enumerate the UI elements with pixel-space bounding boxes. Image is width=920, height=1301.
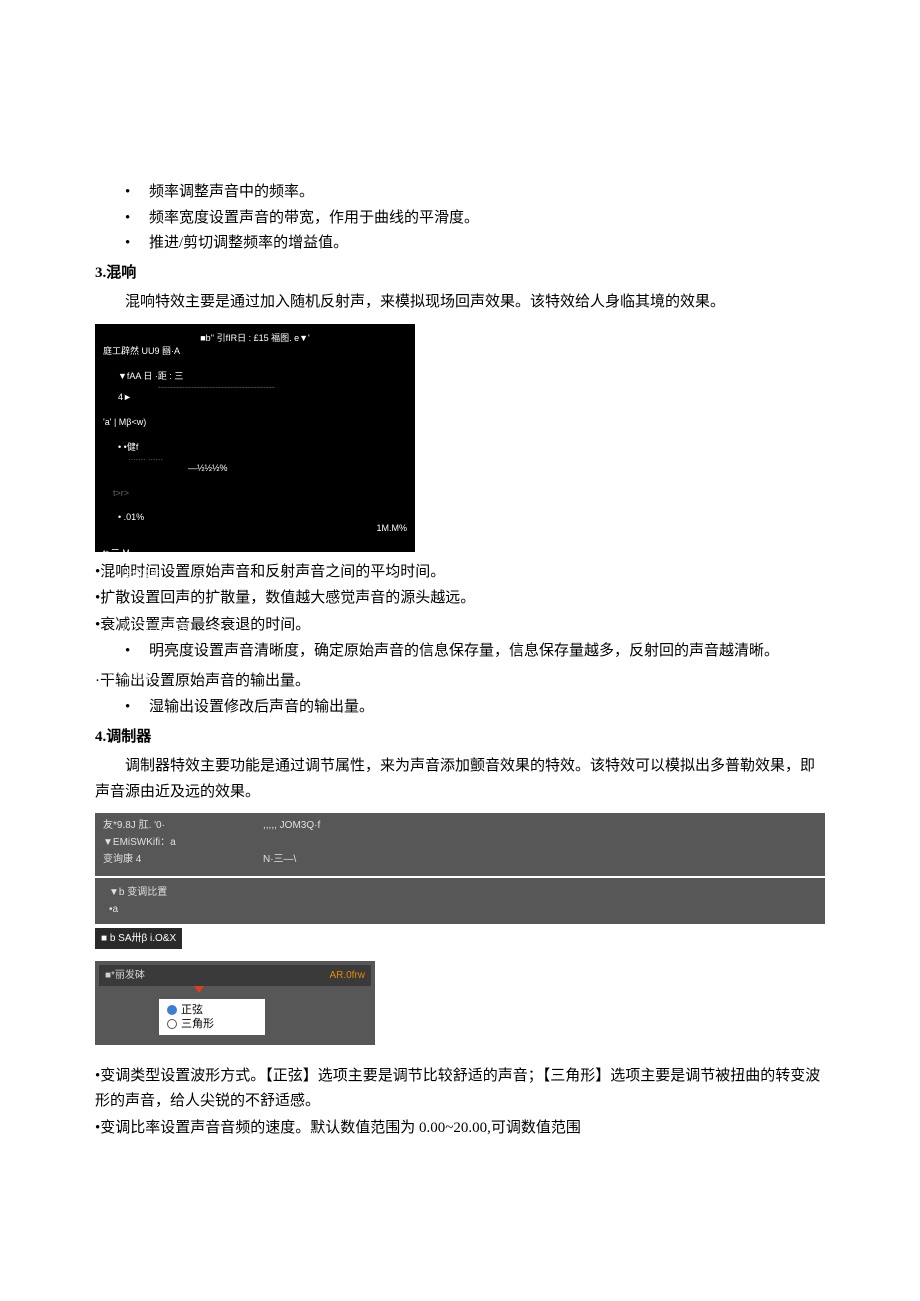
option-triangle[interactable]: 三角形 [167,1017,257,1031]
frequency-bullet-list: • 频率调整声音中的频率。 • 频率宽度设置声音的带宽，作用于曲线的平滑度。 •… [95,180,825,257]
panel-value [263,834,817,851]
waveform-dropdown[interactable]: 正弦 三角形 [159,999,265,1036]
panel-value: 4► [118,392,132,402]
marker-icon [194,986,204,993]
panel-label: ▼b 变调比置 [109,884,817,901]
panel-line: ▼fAA 日 ·距 : 三 --------------------------… [103,360,407,414]
panel-value: 0 千•比 '/G.OC% [103,622,189,643]
panel-line: ½ | ⅝¼)t.. [103,657,407,668]
panel-label: 变询康 4 [103,851,263,868]
section-heading-reverb: 3.混响 [95,261,825,287]
modulator-sub-panel: ▼b 变调比置 •a [95,878,825,924]
panel-line: • 0 千•比 '/G.OC% [103,589,407,654]
reverb-intro-paragraph: 混响特效主要是通过加入随机反射声，来模拟现场回声效果。该特效给人身临其境的效果。 [95,290,825,316]
panel-line: • 合明高度 [103,569,407,580]
panel-line: t>r> [103,488,407,499]
panel-line: t>三 M [103,548,407,559]
radio-icon [167,1019,177,1029]
panel-value: AR.0frw [329,967,365,984]
bullet-dot: • [125,695,149,721]
panel-line: • .01% 1M.M% [103,502,407,545]
panel-row: 友*9.8J 肛. '0· ,,,,, JOM3Q·f [103,817,817,834]
modulator-prop: •变调比率设置声音音频的速度。默认数值范围为 0.00~20.00,可调数值范围 [95,1116,825,1142]
document-page: • 频率调整声音中的频率。 • 频率宽度设置声音的带宽，作用于曲线的平滑度。 •… [0,0,920,1301]
panel-dots: ....... ...... [128,452,163,462]
panel-label: • [118,600,121,610]
reverb-screenshot-panel: ■b'' 引fIR日 : £15 福图. e▼' 庭工辟然 UU9 圝·A ▼f… [95,324,415,552]
panel-label: •a [109,901,817,918]
panel-value: —½½½% [188,463,228,473]
modulator-intro-paragraph: 调制器特效主要功能是通过调节属性，来为声音添加颤音效果的特效。该特效可以模拟出多… [95,754,825,805]
modulator-header-panel: 友*9.8J 肛. '0· ,,,,, JOM3Q·f ▼EMiSWKifi：a… [95,813,825,876]
list-item-text: 推进/剪切调整频率的增益值。 [149,231,825,257]
panel-title: ■b'' 引fIR日 : £15 福图. e▼' [103,333,407,344]
panel-line: 庭工辟然 UU9 圝·A [103,346,407,357]
modulator-prop: •变调类型设置波形方式。【正弦】选项主要是调节比较舒适的声音；【三角形】选项主要… [95,1064,825,1115]
panel-value: N·三—\ [263,851,817,868]
modulator-body-panel: ■*丽发砵 AR.0frw 正弦 三角形 [95,961,375,1045]
option-label: 三角形 [181,1017,214,1031]
panel-label: 友*9.8J 肛. '0· [103,817,263,834]
list-item-text: 湿输出设置修改后声音的输出量。 [149,695,825,721]
option-sine[interactable]: 正弦 [167,1003,257,1017]
bullet-dot: • [125,231,149,257]
panel-label: ■*丽发砵 [105,967,145,984]
list-item: • 频率调整声音中的频率。 [125,180,825,206]
list-item: • 湿输出设置修改后声音的输出量。 [125,695,825,721]
list-item: • 频率宽度设置声音的带宽，作用于曲线的平滑度。 [125,206,825,232]
list-item: • 推进/剪切调整频率的增益值。 [125,231,825,257]
modulator-toggle-button[interactable]: ■ b SA卅β i.O&X [95,928,182,949]
panel-line: ,b1⅜±,摘暖 [103,671,407,682]
panel-row: 变询康 4 N·三—\ [103,851,817,868]
panel-value: ,,,,, JOM3Q·f [263,817,817,834]
panel-value: 1M.M% [376,523,407,534]
bullet-dot: • [125,206,149,232]
panel-label: • •健f [118,442,138,452]
bullet-dot: • [125,180,149,206]
reverb-bullet-list-2: • 湿输出设置修改后声音的输出量。 [95,695,825,721]
section-heading-modulator: 4.调制器 [95,725,825,751]
list-item-text: 频率宽度设置声音的带宽，作用于曲线的平滑度。 [149,206,825,232]
panel-label: ▼fAA 日 ·距 : 三 [118,371,183,381]
panel-label: • .01% [118,512,144,522]
list-item-text: 频率调整声音中的频率。 [149,180,825,206]
panel-row: ▼EMiSWKifi：a [103,834,817,851]
panel-line: 'a' | Mβ<w) [103,417,407,428]
radio-icon [167,1005,177,1015]
option-label: 正弦 [181,1003,203,1017]
panel-line: • •健f ....... ...... —½½½% [103,431,407,485]
panel-label: ▼EMiSWKifi：a [103,834,263,851]
modulator-body-header: ■*丽发砵 AR.0frw [99,965,371,986]
